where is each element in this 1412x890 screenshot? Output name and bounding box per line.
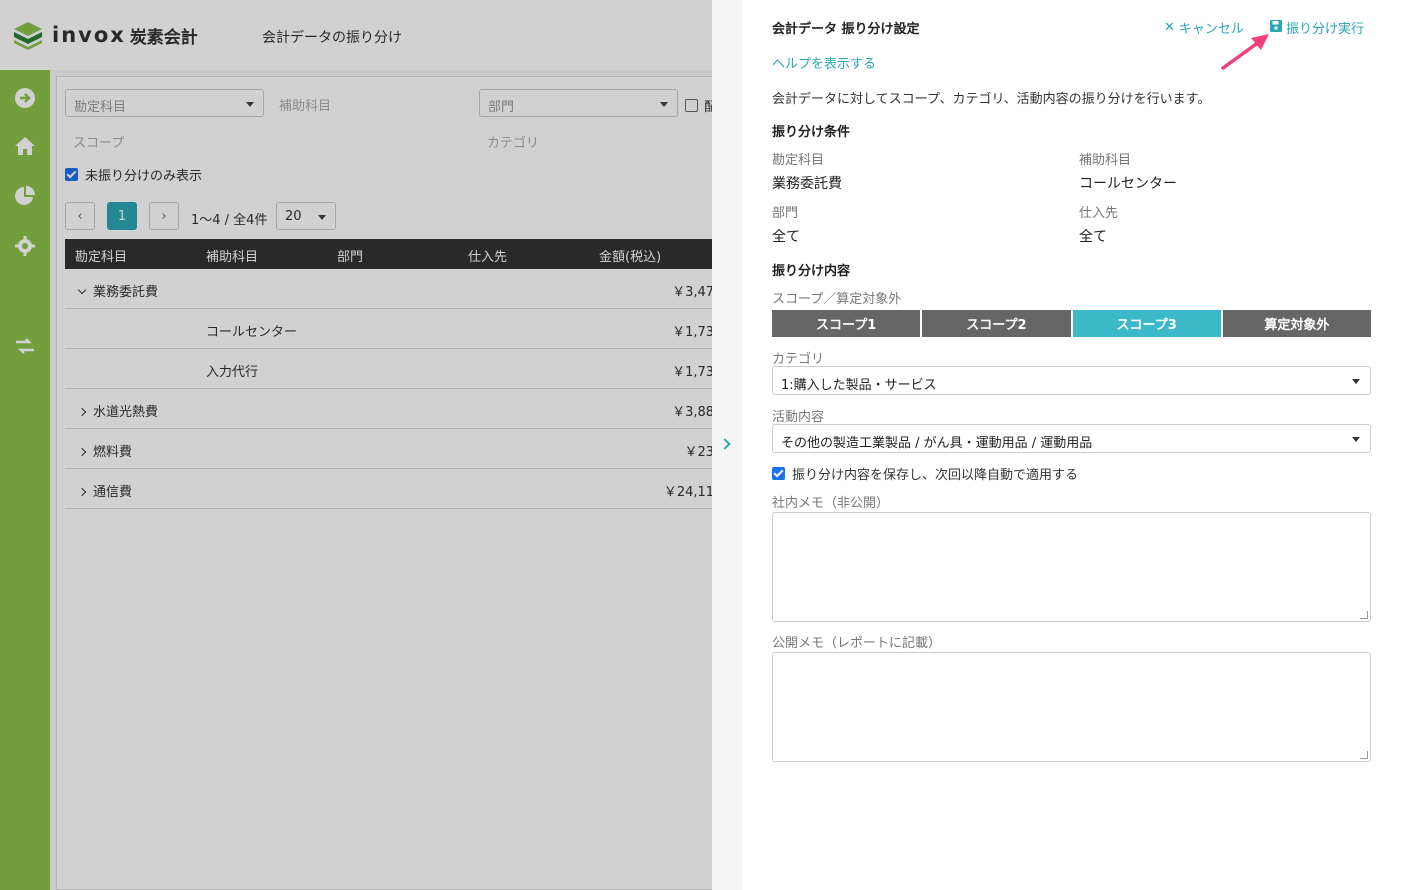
public-memo-textarea[interactable]	[772, 652, 1371, 762]
content-heading: 振り分け内容	[772, 264, 851, 279]
execute-allocation-button[interactable]: 振り分け実行	[1270, 18, 1364, 37]
background-app: invox 炭素会計 会計データの振り分け 勘定科目 補助科目 部門 配 スコー…	[0, 0, 742, 890]
chevron-down-icon	[1352, 379, 1360, 384]
activity-label: 活動内容	[772, 410, 825, 425]
condition-department-value: 全て	[772, 229, 800, 245]
condition-sub-label: 補助科目	[1079, 153, 1132, 168]
activity-select-value: その他の製造工業製品 / がん具・運動用品 / 運動用品	[781, 436, 1093, 451]
annotation-arrow-icon	[1215, 30, 1275, 75]
conditions-heading: 振り分け条件	[772, 125, 851, 140]
save-rule-checkbox[interactable]	[772, 467, 785, 480]
internal-memo-textarea[interactable]	[772, 512, 1371, 622]
condition-supplier-label: 仕入先	[1079, 206, 1119, 221]
panel-description: 会計データに対してスコープ、カテゴリ、活動内容の振り分けを行います。	[772, 92, 1211, 107]
save-rule-label: 振り分け内容を保存し、次回以降自動で適用する	[792, 468, 1079, 483]
condition-account-value: 業務委託費	[772, 176, 842, 192]
category-select[interactable]: 1:購入した製品・サービス	[772, 366, 1371, 395]
public-memo-label: 公開メモ（レポートに記載）	[772, 636, 942, 651]
execute-allocation-label: 振り分け実行	[1286, 22, 1365, 37]
activity-select[interactable]: その他の製造工業製品 / がん具・運動用品 / 運動用品	[772, 424, 1371, 453]
help-link[interactable]: ヘルプを表示する	[772, 53, 876, 72]
resize-handle-icon[interactable]	[1360, 611, 1368, 619]
category-label: カテゴリ	[772, 352, 825, 367]
scope-label: スコープ／算定対象外	[772, 292, 902, 307]
resize-handle-icon[interactable]	[1360, 751, 1368, 759]
out-of-scope-button[interactable]: 算定対象外	[1222, 310, 1371, 337]
panel-title: 会計データ 振り分け設定	[772, 22, 920, 37]
save-rule-row[interactable]: 振り分け内容を保存し、次回以降自動で適用する	[772, 464, 1078, 483]
allocation-settings-panel: 会計データ 振り分け設定 ✕ キャンセル 振り分け実行 ヘルプを表示する 会計デ…	[742, 0, 1412, 890]
modal-overlay[interactable]	[0, 0, 742, 890]
condition-supplier-value: 全て	[1079, 229, 1107, 245]
close-icon: ✕	[1164, 20, 1175, 35]
panel-collapse-handle[interactable]	[712, 0, 742, 890]
condition-department-label: 部門	[772, 206, 799, 221]
scope-3-button[interactable]: スコープ3	[1072, 310, 1221, 337]
chevron-down-icon	[1352, 437, 1360, 442]
scope-2-button[interactable]: スコープ2	[922, 310, 1071, 337]
condition-account-label: 勘定科目	[772, 153, 825, 168]
condition-sub-value: コールセンター	[1079, 176, 1177, 192]
scope-segmented-control: スコープ1 スコープ2 スコープ3 算定対象外	[772, 310, 1371, 337]
internal-memo-label: 社内メモ（非公開）	[772, 496, 890, 511]
chevron-right-icon[interactable]	[719, 438, 731, 450]
category-select-value: 1:購入した製品・サービス	[781, 378, 937, 393]
scope-1-button[interactable]: スコープ1	[772, 310, 921, 337]
